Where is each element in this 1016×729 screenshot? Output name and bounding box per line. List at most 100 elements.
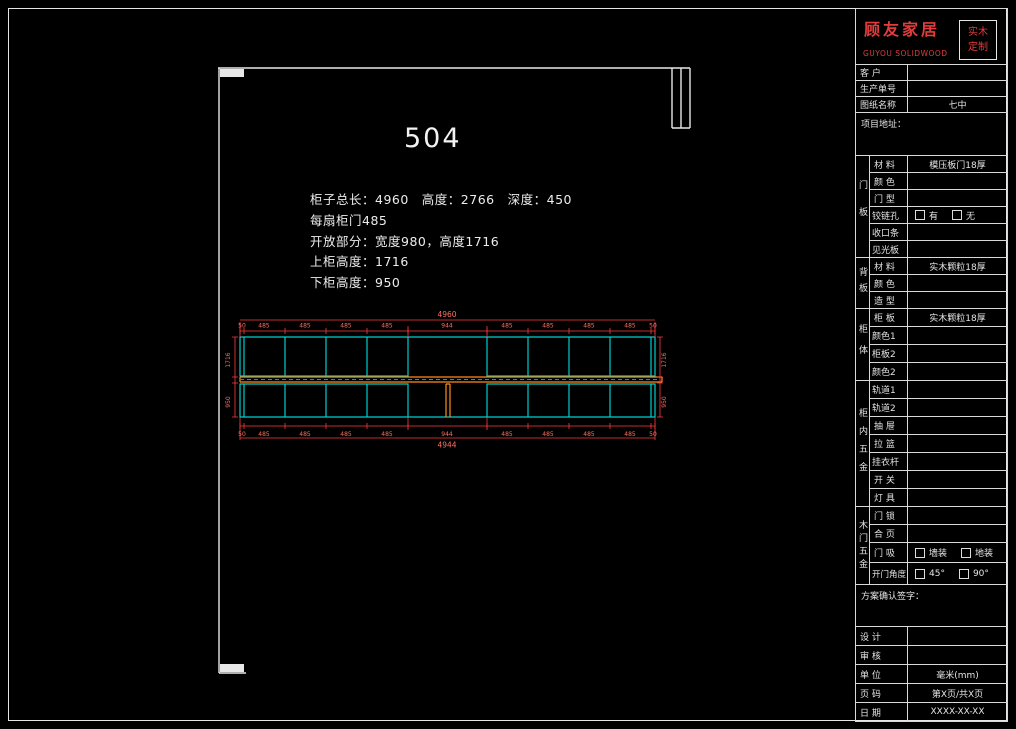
checkbox-yes <box>915 210 925 220</box>
dim-label: 485 <box>258 323 270 330</box>
checkbox-90deg <box>959 569 969 579</box>
door-style-label: 门 型 <box>870 190 908 207</box>
dim-label: 485 <box>381 431 393 438</box>
door-hinge-hole-label: 铰链孔 <box>870 207 908 224</box>
cabinet-color1-value <box>908 327 1008 345</box>
hardware-rod-value <box>908 453 1008 471</box>
dim-label: 485 <box>583 323 595 330</box>
back-color-label: 颜 色 <box>870 275 908 292</box>
hardware-drawer-label: 抽 屉 <box>870 417 908 435</box>
brand-name: 顾友家居 <box>864 16 940 40</box>
dim-label: 485 <box>583 431 595 438</box>
door-lock-label: 门 锁 <box>870 507 908 525</box>
door-jamb-bottom <box>220 664 244 672</box>
dim-label: 485 <box>258 431 270 438</box>
date-label: 日 期 <box>856 703 908 722</box>
cabinet-board-label: 柜 板 <box>870 309 908 327</box>
page-label: 页 码 <box>856 684 908 703</box>
designer-label: 设 计 <box>856 627 908 646</box>
cabinet-board2-label: 柜板2 <box>870 345 908 363</box>
dim-label: 50 <box>649 431 657 438</box>
dim-label: 485 <box>501 323 513 330</box>
door-material-value: 模压板门18厚 <box>908 156 1008 173</box>
door-trim-label: 收口条 <box>870 224 908 241</box>
dim-label: 485 <box>299 323 311 330</box>
dim-left-bottom: 950 <box>225 396 232 408</box>
door-hinge-value <box>908 525 1008 543</box>
hardware-rail2-label: 轨道2 <box>870 399 908 417</box>
dim-right-top: 1716 <box>661 352 668 367</box>
back-style-value <box>908 292 1008 309</box>
dim-total-top: 4960 <box>437 310 456 319</box>
dim-label: 944 <box>441 323 453 330</box>
door-material-label: 材 料 <box>870 156 908 173</box>
checkbox-90deg-label: 90° <box>973 569 989 579</box>
dim-label: 50 <box>238 431 246 438</box>
hardware-rail2-value <box>908 399 1008 417</box>
hardware-basket-value <box>908 435 1008 453</box>
dim-label: 485 <box>299 431 311 438</box>
cabinet-color2-label: 颜色2 <box>870 363 908 381</box>
note-line: 每扇柜门485 <box>310 211 572 232</box>
page-value: 第X页/共X页 <box>908 684 1008 703</box>
hardware-light-label: 灯 具 <box>870 489 908 507</box>
date-value: XXXX-XX-XX <box>908 703 1008 722</box>
hardware-drawer-value <box>908 417 1008 435</box>
section-door-hardware: 木门五金 <box>856 507 870 585</box>
spec-notes: 柜子总长：4960 高度：2766 深度：450 每扇柜门485 开放部分：宽度… <box>310 190 572 294</box>
cabinet-board-value: 实木颗粒18厚 <box>908 309 1008 327</box>
dim-left-top: 1716 <box>225 352 232 367</box>
solid-wood-stamp: 实木 定制 <box>959 20 997 60</box>
unit-value: 毫米(mm) <box>908 665 1008 684</box>
cabinet-board2-value <box>908 345 1008 363</box>
hardware-light-value <box>908 489 1008 507</box>
dim-label: 485 <box>501 431 513 438</box>
room-number: 504 <box>404 123 462 154</box>
title-block: 顾友家居 GUYOU SOLIDWOOD 实木 定制 客 户 生产单号 图纸名称… <box>855 8 1008 722</box>
brand-name-en: GUYOU SOLIDWOOD <box>863 49 948 58</box>
dim-total-bottom: 4944 <box>437 441 456 450</box>
signature-cell: 方案确认签字： <box>856 585 1008 627</box>
back-color-value <box>908 275 1008 292</box>
countertop-band <box>240 377 662 417</box>
door-angle-value: 45° 90° <box>908 563 1008 585</box>
dim-label: 50 <box>649 323 657 330</box>
dim-right-bottom: 950 <box>661 396 668 408</box>
door-stopper-label: 门 吸 <box>870 543 908 563</box>
cabinet-color2-value <box>908 363 1008 381</box>
door-color-label: 颜 色 <box>870 173 908 190</box>
hardware-switch-label: 开 关 <box>870 471 908 489</box>
project-address-cell: 项目地址： <box>856 113 1008 156</box>
logo-cell: 顾友家居 GUYOU SOLIDWOOD 实木 定制 <box>856 9 1008 65</box>
note-line: 下柜高度：950 <box>310 273 572 294</box>
cad-sheet: 4960 4944 50 485 485 485 485 944 485 485… <box>0 0 1016 729</box>
order-number-label: 生产单号 <box>856 81 908 97</box>
checkbox-floor-mount-label: 地装 <box>975 546 993 559</box>
checkbox-floor-mount <box>961 548 971 558</box>
checkbox-45deg <box>915 569 925 579</box>
customer-label: 客 户 <box>856 65 908 81</box>
wall-lines <box>218 68 690 673</box>
note-line: 上柜高度：1716 <box>310 252 572 273</box>
dim-label: 485 <box>542 323 554 330</box>
dim-label: 485 <box>340 431 352 438</box>
dim-label: 485 <box>381 323 393 330</box>
dim-label: 485 <box>624 431 636 438</box>
dim-label: 50 <box>238 323 246 330</box>
door-visible-side-label: 见光板 <box>870 241 908 258</box>
reviewer-label: 审 核 <box>856 646 908 665</box>
door-angle-label: 开门角度 <box>870 563 908 585</box>
door-stopper-value: 墙装 地装 <box>908 543 1008 563</box>
back-material-label: 材 料 <box>870 258 908 275</box>
section-interior-hardware: 柜内五金 <box>856 381 870 507</box>
checkbox-no <box>952 210 962 220</box>
hardware-switch-value <box>908 471 1008 489</box>
door-visible-side-value <box>908 241 1008 258</box>
section-cabinet-body: 柜体 <box>856 309 870 381</box>
checkbox-wall-mount-label: 墙装 <box>929 546 947 559</box>
door-trim-value <box>908 224 1008 241</box>
reviewer-value <box>908 646 1008 665</box>
door-style-value <box>908 190 1008 207</box>
hardware-rail1-label: 轨道1 <box>870 381 908 399</box>
drawing-name-label: 图纸名称 <box>856 97 908 113</box>
